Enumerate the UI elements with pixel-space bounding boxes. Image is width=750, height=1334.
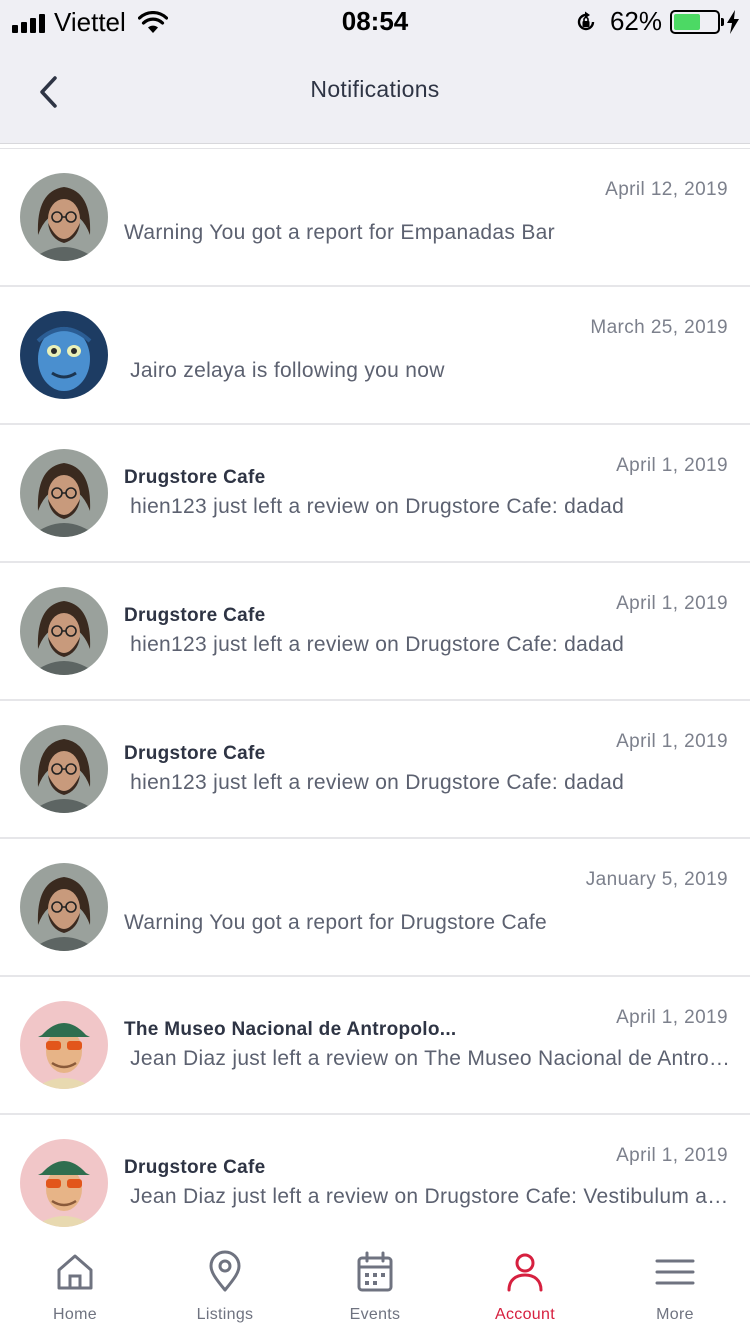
user-icon	[507, 1253, 543, 1292]
notification-date: April 1, 2019	[616, 1145, 728, 1166]
notification-title: Drugstore Cafe	[124, 743, 266, 764]
notification-item[interactable]: April 12, 2019 Warning You got a report f…	[0, 149, 750, 287]
map-pin-icon	[209, 1250, 241, 1292]
tab-account[interactable]: Account	[450, 1236, 600, 1334]
tab-more[interactable]: More	[600, 1236, 750, 1334]
notification-item[interactable]: April 1, 2019 Drugstore Cafe hien123 just…	[0, 563, 750, 701]
notification-title: Drugstore Cafe	[124, 1157, 266, 1178]
notification-item[interactable]: April 1, 2019 Drugstore Cafe Jean Diaz ju…	[0, 1115, 750, 1253]
tab-listings[interactable]: Listings	[150, 1236, 300, 1334]
home-icon	[57, 1254, 93, 1290]
rotation-lock-icon	[577, 11, 595, 30]
notification-item[interactable]: January 5, 2019 Warning You got a report …	[0, 839, 750, 977]
page-title: Notifications	[310, 76, 440, 102]
notification-item[interactable]: March 25, 2019 Jairo zelaya is following…	[0, 287, 750, 425]
notification-item[interactable]: April 1, 2019 Drugstore Cafe hien123 just…	[0, 701, 750, 839]
notification-date: April 12, 2019	[605, 179, 728, 200]
notification-title: The Museo Nacional de Antropolo...	[124, 1019, 457, 1040]
charging-icon	[727, 9, 739, 34]
notification-date: April 1, 2019	[616, 455, 728, 476]
notification-date: April 1, 2019	[616, 731, 728, 752]
battery-icon	[670, 9, 724, 34]
notification-message: hien123 just left a review on Drugstore …	[124, 771, 625, 794]
calendar-icon	[357, 1251, 393, 1292]
notification-item[interactable]: April 1, 2019 The Museo Nacional de Antro…	[0, 977, 750, 1115]
notification-message: Warning You got a report for Empanadas B…	[124, 221, 555, 244]
avatar	[20, 449, 108, 537]
avatar	[20, 587, 108, 675]
avatar	[20, 311, 108, 399]
notification-message: hien123 just left a review on Drugstore …	[124, 495, 625, 518]
notification-message: Warning You got a report for Drugstore C…	[124, 911, 548, 934]
notification-date: April 1, 2019	[616, 593, 728, 614]
avatar	[20, 725, 108, 813]
tab-label: Account	[495, 1306, 555, 1323]
tab-home[interactable]: Home	[0, 1236, 150, 1334]
tab-label: Home	[53, 1306, 97, 1323]
tab-label: Listings	[196, 1306, 254, 1323]
navigation-header: Notifications	[0, 40, 750, 144]
avatar	[20, 1139, 108, 1227]
notification-date: January 5, 2019	[585, 869, 728, 890]
notification-list: April 12, 2019 Warning You got a report f…	[0, 148, 750, 1253]
notification-date: April 1, 2019	[616, 1007, 728, 1028]
notification-date: March 25, 2019	[590, 317, 728, 338]
battery-percentage: 62%	[609, 6, 662, 36]
battery-level	[674, 13, 701, 30]
notification-message: Jairo zelaya is following you now	[124, 359, 445, 382]
tab-label: More	[656, 1306, 694, 1323]
tab-label: Events	[349, 1306, 401, 1323]
notification-title: Drugstore Cafe	[124, 605, 266, 626]
notification-item[interactable]: April 1, 2019 Drugstore Cafe hien123 just…	[0, 425, 750, 563]
notification-title: Drugstore Cafe	[124, 467, 266, 488]
tab-bar: Home Listings Events Account More	[0, 1236, 750, 1334]
avatar	[20, 863, 108, 951]
notification-message: hien123 just left a review on Drugstore …	[124, 633, 625, 656]
tab-events[interactable]: Events	[300, 1236, 450, 1334]
avatar	[20, 173, 108, 261]
notification-message: Jean Diaz just left a review on The Muse…	[124, 1047, 736, 1070]
avatar	[20, 1001, 108, 1089]
status-bar: Viettel 08:54 62%	[0, 0, 750, 40]
notification-message: Jean Diaz just left a review on Drugstor…	[124, 1185, 736, 1208]
menu-icon	[655, 1259, 695, 1285]
